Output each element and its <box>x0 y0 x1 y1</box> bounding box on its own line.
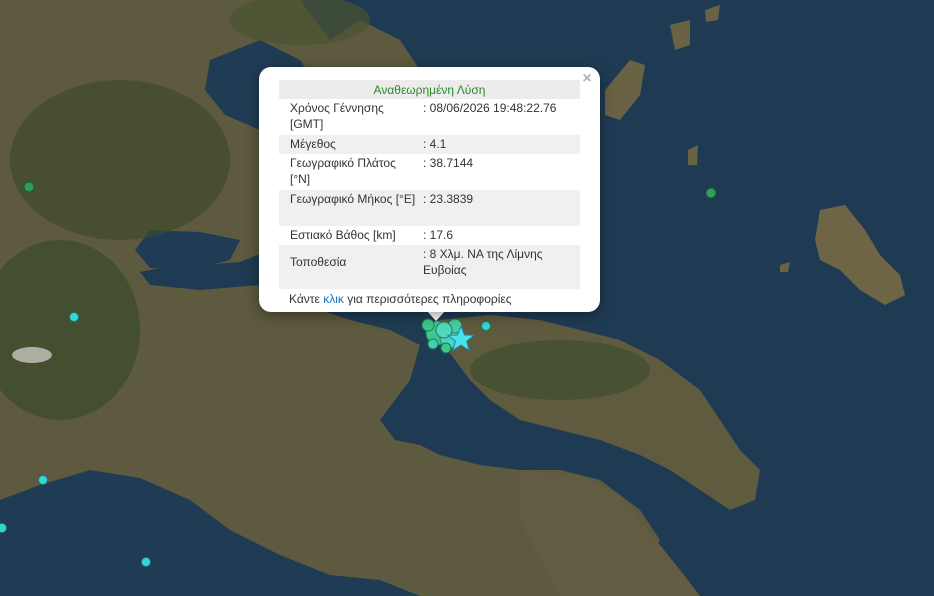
row-value: : 38.7144 <box>423 156 474 170</box>
row-label: Γεωγραφικό Πλάτος [°N] <box>290 156 396 186</box>
info-row-latitude: Γεωγραφικό Πλάτος [°N] : 38.7144 <box>279 154 580 190</box>
more-suffix: για περισσότερες πληροφορίες <box>343 292 512 306</box>
info-row-location: Τοποθεσία : 8 Χλμ. ΝΑ της Λίμνης Ευβοίας <box>279 245 580 289</box>
row-value: : 23.3839 <box>423 190 580 226</box>
row-value: : 4.1 <box>423 135 580 154</box>
more-info-line: Κάντε κλικ για περισσότερες πληροφορίες <box>279 292 580 306</box>
snow-patch <box>12 347 52 363</box>
earthquake-info-popup: × Αναθεωρημένη Λύση Χρόνος Γέννησης [GMT… <box>259 67 600 312</box>
row-label: Εστιακό Βάθος [km] <box>290 228 396 242</box>
forest-area <box>470 340 650 400</box>
row-label: Τοποθεσία <box>279 245 423 289</box>
row-value: : 08/06/2026 19:48:22.76 <box>423 101 557 115</box>
row-label: Χρόνος Γέννησης [GMT] <box>290 101 384 131</box>
row-value: : 17.6 <box>423 228 454 242</box>
popup-header: Αναθεωρημένη Λύση <box>279 80 580 99</box>
close-button[interactable]: × <box>579 71 595 87</box>
earthquake-marker[interactable] <box>481 321 491 331</box>
earthquake-marker[interactable] <box>705 187 717 199</box>
earthquake-marker[interactable] <box>0 523 7 533</box>
earthquake-marker[interactable] <box>23 181 35 193</box>
info-row-magnitude: Μέγεθος : 4.1 <box>279 135 580 154</box>
forest-area <box>10 80 230 240</box>
info-row-depth: Εστιακό Βάθος [km] : 17.6 <box>279 226 580 245</box>
info-row-longitude: Γεωγραφικό Μήκος [°E] : 23.3839 <box>279 190 580 226</box>
row-label: Γεωγραφικό Μήκος [°E] <box>279 190 423 226</box>
earthquake-marker[interactable] <box>141 557 151 567</box>
more-prefix: Κάντε <box>289 292 324 306</box>
info-row-origin-time: Χρόνος Γέννησης [GMT] : 08/06/2026 19:48… <box>279 99 580 135</box>
info-table: Αναθεωρημένη Λύση Χρόνος Γέννησης [GMT] … <box>279 80 580 289</box>
row-label: Μέγεθος <box>279 135 423 154</box>
more-info-link[interactable]: κλικ <box>323 292 344 306</box>
row-value: : 8 Χλμ. ΝΑ της Λίμνης Ευβοίας <box>423 245 580 289</box>
earthquake-marker[interactable] <box>38 475 48 485</box>
earthquake-marker[interactable] <box>69 312 79 322</box>
